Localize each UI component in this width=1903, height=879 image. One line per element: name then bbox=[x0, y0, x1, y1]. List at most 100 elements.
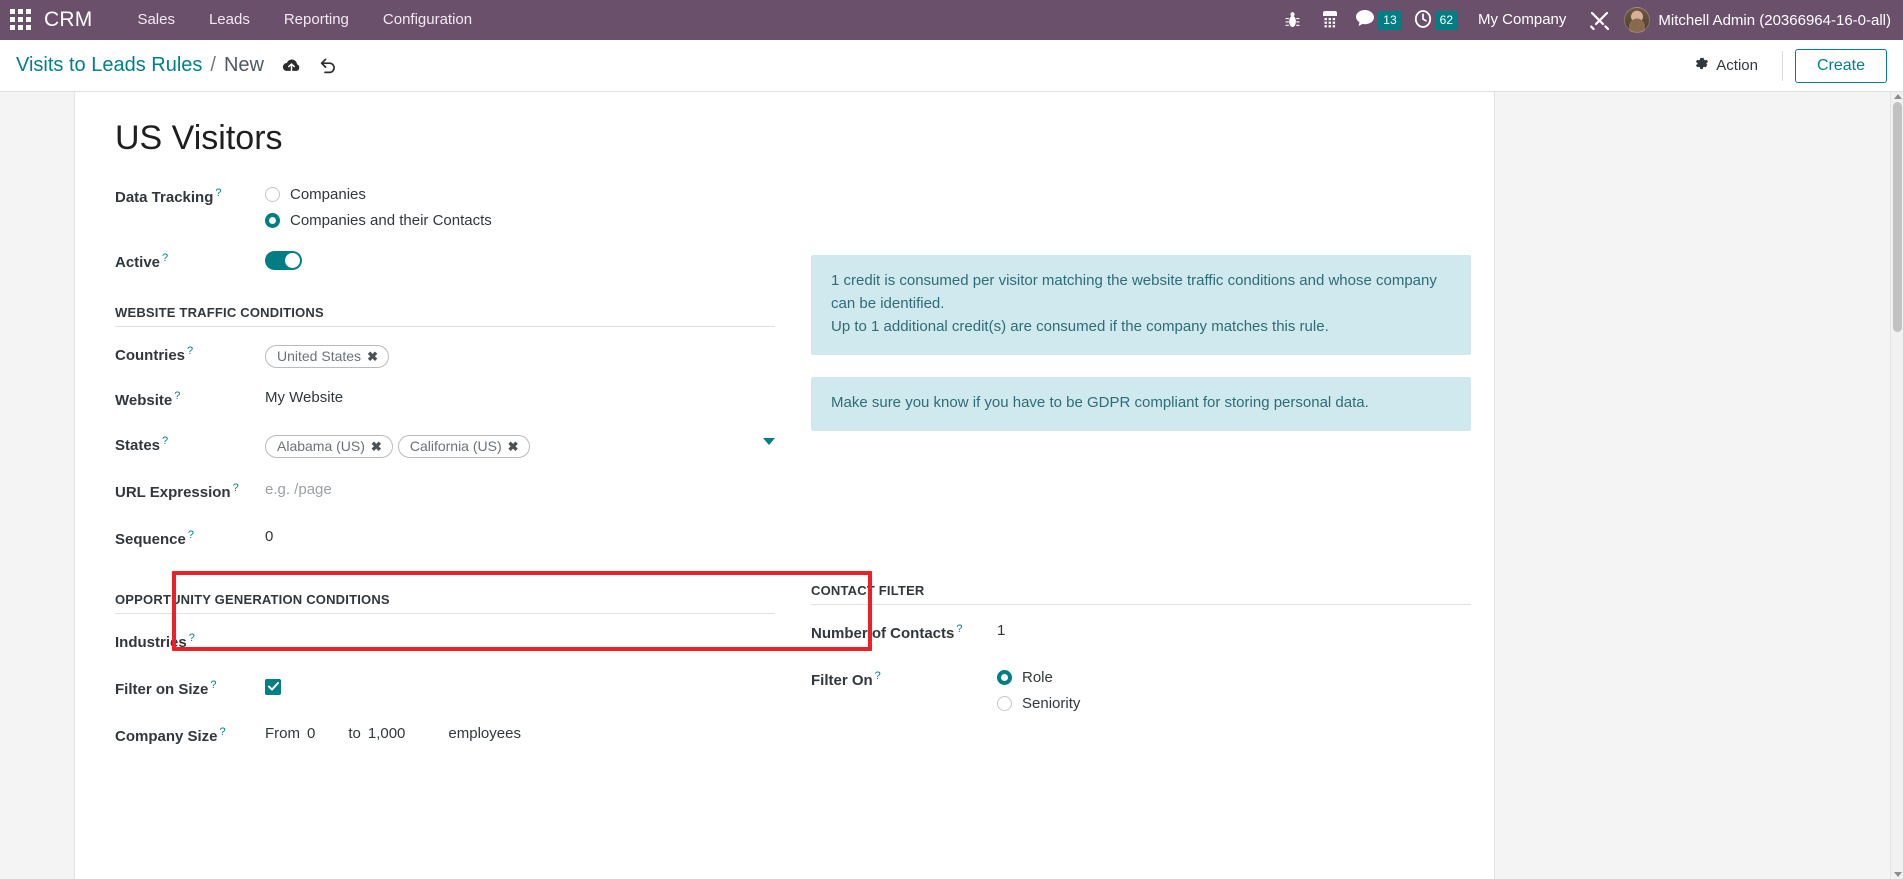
help-icon[interactable]: ? bbox=[210, 679, 216, 691]
industries-input[interactable] bbox=[265, 628, 775, 631]
value-filter-on-size bbox=[265, 675, 775, 695]
radio-option-role[interactable]: Role bbox=[997, 669, 1471, 686]
cloud-upload-icon[interactable] bbox=[282, 58, 301, 74]
radio-option-companies[interactable]: Companies bbox=[265, 186, 775, 203]
field-industries: Industries? bbox=[115, 628, 775, 659]
nav-item-reporting[interactable]: Reporting bbox=[267, 0, 366, 40]
radio-companies-icon[interactable] bbox=[265, 187, 280, 203]
control-panel: Visits to Leads Rules / New Action Creat… bbox=[0, 40, 1903, 92]
help-icon[interactable]: ? bbox=[162, 435, 168, 447]
section-title-website-traffic: WEBSITE TRAFFIC CONDITIONS bbox=[115, 305, 324, 321]
help-icon[interactable]: ? bbox=[174, 390, 180, 402]
apps-grid-icon[interactable] bbox=[10, 9, 32, 31]
field-website: Website? My Website bbox=[115, 386, 775, 417]
value-countries[interactable]: United States ✖ bbox=[265, 341, 775, 369]
radio-option-seniority[interactable]: Seniority bbox=[997, 695, 1471, 712]
nav-item-configuration[interactable]: Configuration bbox=[366, 0, 489, 40]
company-switcher[interactable]: My Company bbox=[1464, 0, 1580, 40]
activities-counter[interactable]: 62 bbox=[1408, 0, 1464, 40]
label-text: Industries bbox=[115, 634, 187, 652]
help-icon[interactable]: ? bbox=[233, 482, 239, 494]
help-icon[interactable]: ? bbox=[162, 252, 168, 264]
value-states[interactable]: Alabama (US) ✖ California (US) ✖ bbox=[265, 431, 775, 459]
label-states: States? bbox=[115, 431, 265, 454]
alert-credits: 1 credit is consumed per visitor matchin… bbox=[811, 255, 1471, 355]
label-text: Data Tracking bbox=[115, 189, 214, 207]
company-size-unit: employees bbox=[448, 725, 521, 743]
bug-icon[interactable] bbox=[1273, 0, 1311, 40]
radio-companies-contacts-label[interactable]: Companies and their Contacts bbox=[290, 212, 492, 229]
label-text: Number of Contacts bbox=[811, 624, 955, 642]
nav-item-sales[interactable]: Sales bbox=[120, 0, 192, 40]
value-website[interactable]: My Website bbox=[265, 386, 775, 406]
radio-companies-contacts-icon[interactable] bbox=[265, 213, 280, 229]
label-filter-on-size: Filter on Size? bbox=[115, 675, 265, 698]
tag-state[interactable]: California (US) ✖ bbox=[397, 435, 530, 459]
url-expression-input[interactable]: e.g. /page bbox=[265, 478, 775, 498]
radio-role-icon[interactable] bbox=[997, 669, 1012, 685]
help-icon[interactable]: ? bbox=[189, 632, 195, 644]
radio-seniority-icon[interactable] bbox=[997, 695, 1012, 711]
remove-tag-icon[interactable]: ✖ bbox=[508, 440, 519, 453]
chevron-down-icon[interactable] bbox=[763, 438, 775, 446]
label-text: Website bbox=[115, 392, 173, 410]
filter-on-size-checkbox[interactable] bbox=[265, 678, 281, 695]
field-sequence: Sequence? 0 bbox=[115, 525, 775, 556]
states-input-wrapper[interactable]: Alabama (US) ✖ California (US) ✖ bbox=[265, 434, 775, 459]
app-brand-crm[interactable]: CRM bbox=[44, 8, 92, 32]
label-sequence: Sequence? bbox=[115, 525, 265, 548]
label-company-size: Company Size? bbox=[115, 722, 265, 745]
scroll-up-arrow-icon[interactable] bbox=[1894, 94, 1902, 99]
messages-counter[interactable]: 13 bbox=[1349, 0, 1407, 40]
label-text: Countries bbox=[115, 347, 186, 365]
company-size-from-input[interactable]: 0 bbox=[307, 725, 315, 742]
label-url-expression: URL Expression? bbox=[115, 478, 265, 501]
scrollbar-thumb[interactable] bbox=[1893, 102, 1902, 332]
radio-role-label[interactable]: Role bbox=[1022, 669, 1053, 686]
sequence-input[interactable]: 0 bbox=[265, 525, 775, 545]
help-icon[interactable]: ? bbox=[956, 623, 962, 635]
breadcrumb-parent[interactable]: Visits to Leads Rules bbox=[16, 54, 202, 77]
help-icon[interactable]: ? bbox=[220, 726, 226, 738]
value-active bbox=[265, 248, 775, 274]
vertical-scrollbar[interactable] bbox=[1890, 92, 1903, 879]
nav-item-leads[interactable]: Leads bbox=[192, 0, 267, 40]
help-icon[interactable]: ? bbox=[215, 187, 221, 199]
company-size-to-input[interactable]: 1,000 bbox=[368, 725, 406, 742]
label-text: Company Size bbox=[115, 728, 218, 746]
avatar[interactable] bbox=[1624, 7, 1651, 33]
countries-tag-list[interactable]: United States ✖ bbox=[265, 344, 775, 369]
label-filter-on: Filter On? bbox=[811, 666, 997, 689]
company-size-to-label: to bbox=[348, 725, 361, 743]
field-number-of-contacts: Number of Contacts? 1 bbox=[811, 619, 1471, 650]
calculator-icon[interactable] bbox=[1311, 0, 1349, 40]
help-icon[interactable]: ? bbox=[188, 529, 194, 541]
label-data-tracking: Data Tracking? bbox=[115, 183, 265, 206]
remove-tag-icon[interactable]: ✖ bbox=[371, 440, 382, 453]
action-menu[interactable]: Action bbox=[1676, 56, 1776, 75]
remove-tag-icon[interactable]: ✖ bbox=[367, 350, 378, 363]
radio-seniority-label[interactable]: Seniority bbox=[1022, 695, 1080, 712]
user-menu[interactable]: Mitchell Admin (20366964-16-0-all) bbox=[1658, 12, 1897, 29]
help-icon[interactable]: ? bbox=[187, 345, 193, 357]
section-title-opportunity: OPPORTUNITY GENERATION CONDITIONS bbox=[115, 592, 390, 608]
undo-icon[interactable] bbox=[319, 57, 337, 74]
label-text: Filter on Size bbox=[115, 681, 209, 699]
scroll-down-arrow-icon[interactable] bbox=[1894, 872, 1902, 877]
states-tag-list[interactable]: Alabama (US) ✖ California (US) ✖ bbox=[265, 434, 530, 459]
label-countries: Countries? bbox=[115, 341, 265, 364]
number-of-contacts-input[interactable]: 1 bbox=[997, 619, 1471, 639]
help-icon[interactable]: ? bbox=[875, 670, 881, 682]
radio-option-companies-contacts[interactable]: Companies and their Contacts bbox=[265, 212, 775, 229]
tag-state[interactable]: Alabama (US) ✖ bbox=[265, 435, 393, 459]
tag-country[interactable]: United States ✖ bbox=[265, 345, 389, 369]
wrench-screwdriver-icon[interactable] bbox=[1580, 0, 1618, 40]
field-countries: Countries? United States ✖ bbox=[115, 341, 775, 372]
create-button[interactable]: Create bbox=[1794, 48, 1887, 83]
label-number-of-contacts: Number of Contacts? bbox=[811, 619, 997, 642]
active-toggle[interactable] bbox=[265, 251, 302, 271]
control-panel-right: Action Create bbox=[1676, 40, 1887, 91]
section-title-contact-filter: CONTACT FILTER bbox=[811, 582, 925, 598]
radio-companies-label[interactable]: Companies bbox=[290, 186, 366, 203]
page-title: US Visitors bbox=[115, 119, 283, 157]
